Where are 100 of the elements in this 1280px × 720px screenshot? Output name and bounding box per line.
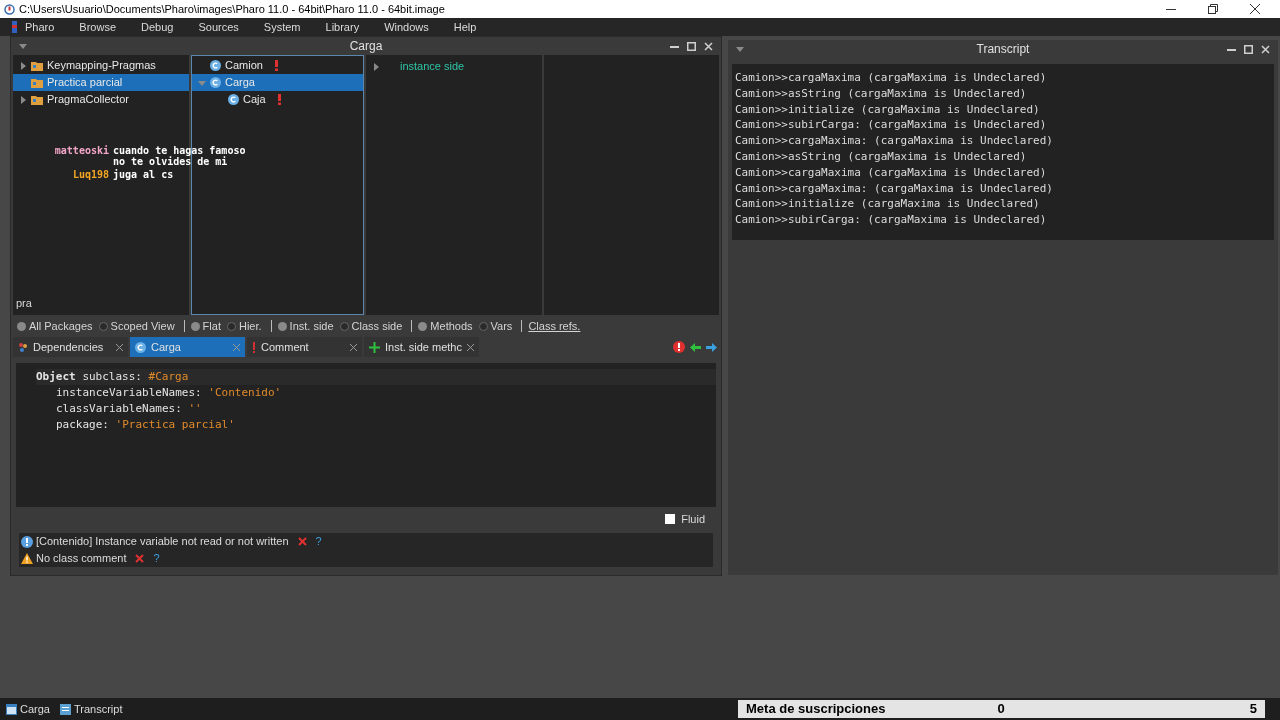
chat-username: Luq198 [71, 169, 109, 180]
menu-item[interactable]: Help [453, 18, 477, 36]
package-icon [31, 77, 43, 88]
class-item[interactable]: Caja [192, 91, 363, 108]
caret-right-icon[interactable] [19, 61, 27, 70]
transcript-line: Camion>>subirCarga: (cargaMaxima is Undeclared) [735, 212, 1048, 228]
transcript-line: Camion>>cargaMaxima (cargaMaxima is Undeclared) [735, 164, 1048, 181]
editor-tab[interactable]: Inst. side methc [364, 337, 479, 357]
transcript-line: Camion>>initialize (cargaMaxima is Undeclared) [735, 196, 1041, 213]
menu-item[interactable]: Library [325, 18, 360, 36]
class-refs-link[interactable]: Class refs. [528, 317, 581, 335]
editor-tab[interactable]: Carga [130, 337, 245, 357]
maximize-icon[interactable] [687, 41, 696, 51]
radio-option[interactable]: All Packages [17, 317, 93, 335]
package-icon [31, 60, 43, 71]
maximize-icon[interactable] [1244, 44, 1253, 54]
class-item[interactable]: Carga [192, 74, 363, 91]
radio-button[interactable] [17, 321, 26, 331]
package-icon [31, 94, 43, 105]
critique-item[interactable]: No class comment ? [19, 550, 713, 567]
checkbox[interactable] [665, 514, 676, 524]
radio-option[interactable]: Inst. side [277, 317, 334, 335]
radio-option[interactable]: Methods [418, 317, 473, 335]
class-icon [210, 77, 221, 88]
remove-icon[interactable] [297, 537, 307, 546]
code-line: instanceVariableNames: 'Contenido' [55, 385, 283, 401]
forward-arrow-icon[interactable] [706, 342, 717, 352]
transcript-line: Camion>>cargaMaxima: (cargaMaxima is Undeclared) [735, 133, 1054, 149]
class-name: Camion [225, 58, 263, 74]
radio-button[interactable] [277, 321, 287, 331]
code-line: classVariableNames: '' [55, 401, 203, 417]
window-title: C:\Users\Usuario\Documents\Pharo\images\Pharo 11.0 - 64bit\Pharo 11.0 - 64bit.image [19, 1, 445, 17]
checkbox-label: Fluid [681, 511, 705, 527]
caret-right-icon[interactable] [372, 62, 380, 71]
menu-item[interactable]: Pharo [25, 18, 55, 36]
class-icon [228, 94, 239, 105]
warning-icon [21, 553, 33, 564]
radio-option[interactable]: Flat [190, 317, 221, 335]
radio-option[interactable]: Hier. [226, 317, 262, 335]
class-name: Caja [243, 92, 266, 108]
package-item[interactable]: Practica parcial [13, 74, 189, 91]
radio-button[interactable] [190, 321, 200, 331]
package-name: Practica parcial [47, 75, 123, 91]
dependencies-icon [18, 342, 28, 352]
transcript-icon [59, 703, 71, 715]
editor-tab[interactable]: Dependencies [13, 337, 128, 357]
help-link[interactable]: ? [153, 550, 160, 567]
code-line: package: 'Practica parcial' [55, 417, 236, 433]
package-item[interactable]: PragmaCollector [13, 91, 189, 108]
radio-button[interactable] [226, 321, 236, 331]
menu-item[interactable]: Sources [198, 18, 239, 36]
package-name: PragmaCollector [47, 92, 129, 108]
chat-message: juga al cs [113, 169, 175, 180]
exclamation-icon [252, 341, 256, 353]
radio-button[interactable] [478, 321, 488, 331]
filter-field[interactable]: pra [16, 294, 189, 311]
transcript-line: Camion>>cargaMaxima (cargaMaxima is Undeclared) [735, 70, 1048, 86]
protocol-item[interactable]: instance side [400, 58, 465, 75]
error-icon[interactable] [673, 341, 685, 353]
goal-label: Meta de suscripciones [746, 700, 886, 719]
radio-button[interactable] [98, 321, 108, 331]
radio-button[interactable] [418, 321, 428, 331]
transcript-line: Camion>>subirCarga: (cargaMaxima is Undeclared) [735, 117, 1048, 134]
radio-button[interactable] [339, 321, 349, 331]
taskbar-item[interactable]: Carga [6, 700, 50, 718]
taskbar-item[interactable]: Transcript [59, 700, 123, 718]
menu-item[interactable]: Browse [79, 18, 117, 36]
help-link[interactable]: ? [315, 533, 322, 550]
menu-item[interactable]: Debug [141, 18, 174, 36]
window-title: Transcript [976, 41, 1030, 58]
transcript-text-area[interactable] [732, 64, 1274, 240]
caret-down-icon[interactable] [19, 42, 27, 50]
transcript-line: Camion>>cargaMaxima: (cargaMaxima is Undeclared) [735, 180, 1054, 197]
menu-item[interactable]: System [263, 18, 301, 36]
radio-option[interactable]: Scoped View [98, 317, 175, 335]
menu-item[interactable]: Windows [384, 18, 429, 36]
window-title: Carga [349, 38, 383, 55]
goal-target: 5 [1249, 700, 1257, 719]
back-arrow-icon[interactable] [690, 342, 701, 352]
radio-option[interactable]: Class side [339, 317, 403, 335]
class-icon [135, 341, 146, 353]
editor-tab[interactable]: Comment [247, 337, 362, 357]
package-item[interactable]: Keymapping-Pragmas [13, 57, 189, 74]
goal-current: 0 [997, 700, 1005, 719]
code-editor[interactable]: Object subclass: #Carga instanceVariableNames: 'Contenido' classVariableNames: '' package: 'Practica parcial' [16, 363, 716, 507]
restore-icon[interactable] [1208, 4, 1218, 14]
caret-right-icon[interactable] [19, 95, 27, 104]
remove-icon[interactable] [135, 554, 145, 563]
transcript-line: Camion>>asString (cargaMaxima is Undeclared) [735, 85, 1028, 102]
transcript-line: Camion>>initialize (cargaMaxima is Undeclared) [735, 101, 1041, 118]
transcript-line: Camion>>asString (cargaMaxima is Undeclared) [735, 149, 1028, 165]
plus-icon [369, 341, 380, 353]
radio-option[interactable]: Vars [478, 317, 513, 335]
chat-username: matteoski [53, 145, 109, 158]
browser-icon [6, 703, 17, 715]
close-icon[interactable] [1250, 4, 1260, 14]
class-item[interactable]: Camion [192, 57, 363, 74]
critique-item[interactable]: [Contenido] Instance variable not read or not written ? [19, 533, 713, 550]
caret-down-icon[interactable] [736, 45, 744, 53]
info-icon [21, 535, 33, 548]
